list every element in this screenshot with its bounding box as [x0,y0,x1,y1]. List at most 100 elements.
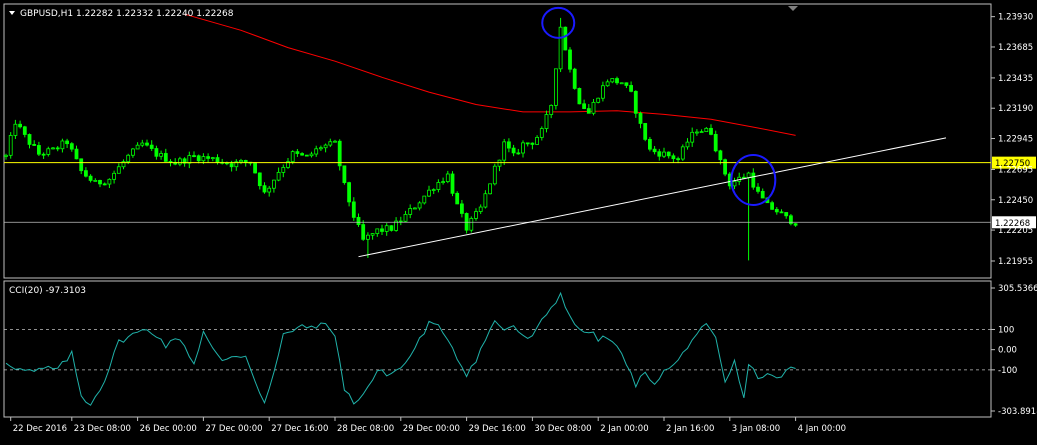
cci-subwindow-frame [3,280,992,418]
candle-body [112,172,116,180]
candle-body [629,85,633,92]
candle-body [192,155,196,157]
candle-body [257,172,262,187]
candle-body [300,153,305,156]
time-tick-label: 27 Dec 16:00 [271,424,328,434]
candle-body [323,144,328,149]
chart-title: GBPUSD,H1 1.22282 1.22332 1.22240 1.2226… [20,9,234,19]
time-tick-label: 23 Dec 08:00 [74,424,131,434]
candle-body [145,142,149,146]
candle-body [163,153,168,162]
candle-body [351,201,356,218]
candle-body [539,128,544,138]
candle-body [431,189,436,191]
candle-body [196,155,201,162]
candle-body [516,152,521,155]
candle-body [46,148,51,155]
candle-body [206,156,211,159]
price-chart-window[interactable]: 1.22750 1.22268 1.23930 1.23685 1.23435 1.23… [0,0,1037,441]
candle-body [601,85,605,99]
candle-body [577,88,582,105]
chart-canvas[interactable]: 1.227501.22268 1.239301.236851.234351.23… [0,0,1037,441]
candle-body [328,141,333,146]
candle-body [572,68,577,89]
candle-body [281,166,286,173]
symbol-dropdown-icon[interactable] [9,11,15,15]
candles-layer [4,17,798,261]
candle-body [488,183,493,195]
candle-body [347,182,352,203]
candle-body [267,187,272,193]
cci-axis[interactable]: 305.5366 100 0.00 -100 -303.8918 [991,284,1037,417]
candle-body [8,135,13,156]
candle-body [79,158,84,172]
candle-body [619,82,624,85]
candle-body [107,178,112,185]
candle-body [149,144,154,149]
candle-body [521,142,525,154]
candle-body [680,146,685,160]
candle-body [201,156,206,162]
cci-line [5,291,796,406]
candle-body [699,131,704,134]
candle-body [215,157,220,163]
candle-body [695,131,699,134]
candle-body [333,140,337,143]
moving-average-layer [184,13,796,136]
candle-body [582,103,586,109]
candle-body [74,148,79,160]
candle-body [732,180,737,187]
candle-body [69,143,74,150]
price-axis[interactable]: 1.23930 1.23685 1.23435 1.23190 1.22945 1.226… [991,13,1033,267]
circle-marker-top[interactable] [541,6,576,39]
price-tick-label: 1.23930 [998,13,1033,23]
candle-body [756,186,760,192]
cci-tick-label: 100 [998,325,1014,335]
shift-marker-icon[interactable] [788,6,798,11]
lines-layer[interactable]: 1.227501.22268 [4,137,1036,258]
candle-body [253,162,258,174]
candle-body [709,127,713,135]
candle-body [568,49,572,70]
cci-tick-label: -100 [998,366,1017,376]
candle-body [718,150,723,161]
cci-tick-label: 305.5366 [998,284,1037,294]
candle-body [605,81,610,87]
candle-body [558,26,563,70]
candle-body [116,166,121,174]
candle-body [746,172,751,179]
candle-body [126,154,131,163]
candle-body [615,78,619,84]
candle-body [596,97,601,103]
candle-body [51,147,55,150]
price-tick-label: 1.23685 [998,43,1033,53]
candle-body [450,173,455,194]
candle-body [295,151,300,154]
candle-body [102,183,107,186]
trendline[interactable] [358,137,947,258]
candle-body [13,123,18,136]
time-tick-label: 28 Dec 08:00 [337,424,394,434]
time-tick-label: 2 Jan 16:00 [666,424,714,434]
candle-body [506,141,511,149]
cci-tick-label: -303.8918 [998,407,1037,417]
candle-body [671,155,676,160]
candle-body [154,148,159,157]
candle-body [633,90,638,114]
candle-body [60,140,65,150]
price-tick-label: 1.23190 [998,104,1033,114]
cci-layer [4,291,991,406]
candle-body [469,218,474,231]
time-tick-label: 26 Dec 00:00 [140,424,197,434]
candle-body [4,154,8,157]
candle-body [159,153,164,157]
candle-body [98,179,102,185]
candle-body [422,195,427,204]
candle-body [88,175,93,181]
candle-body [342,165,347,184]
markers-layer[interactable] [541,6,777,206]
candle-body [380,228,384,232]
candle-body [27,134,32,145]
time-axis[interactable]: 22 Dec 2016 23 Dec 08:00 26 Dec 00:00 27 De… [10,417,846,434]
candle-body [412,207,417,210]
